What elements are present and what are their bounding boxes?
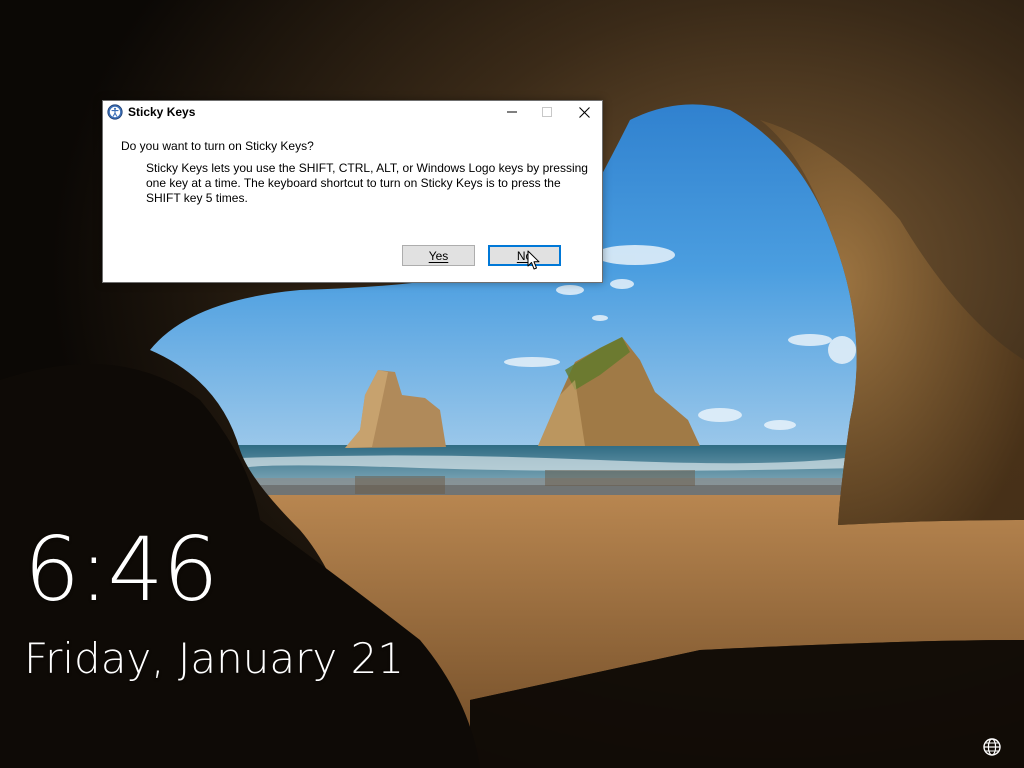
dialog-description: Sticky Keys lets you use the SHIFT, CTRL… — [146, 161, 588, 205]
no-button[interactable]: No — [488, 245, 561, 266]
lock-screen-date: Friday, January 21 — [24, 634, 405, 683]
yes-button[interactable]: Yes — [402, 245, 475, 266]
globe-icon[interactable] — [982, 737, 1002, 757]
lock-screen-time: 6:46 — [24, 518, 219, 621]
dialog-titlebar[interactable]: Sticky Keys — [103, 101, 602, 124]
maximize-icon — [542, 107, 552, 117]
mouse-pointer-icon — [527, 250, 540, 270]
dialog-question: Do you want to turn on Sticky Keys? — [121, 139, 314, 153]
close-icon — [578, 106, 590, 118]
maximize-button — [530, 101, 564, 123]
lock-screen: 6:46 Friday, January 21 Sticky Keys Do y… — [0, 0, 1024, 768]
minimize-button[interactable] — [495, 101, 529, 123]
minimize-icon — [507, 111, 517, 113]
close-button[interactable] — [567, 101, 601, 123]
dialog-title: Sticky Keys — [128, 105, 196, 119]
accessibility-icon — [107, 104, 123, 120]
yes-button-label: Yes — [428, 248, 449, 263]
